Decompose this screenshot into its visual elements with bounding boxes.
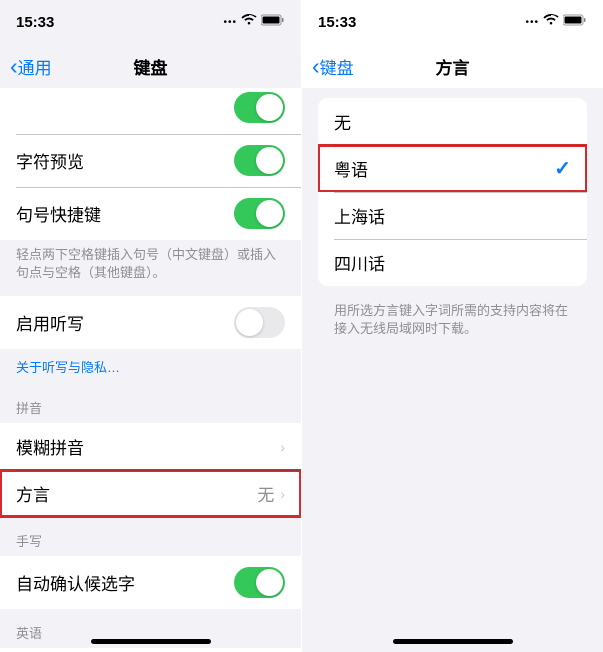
dialect-option-shanghainese[interactable]: 上海话 [318,192,587,239]
english-group: 首字母自动大写 检查拼写 输入预测 滑行键入时逐词删除 [0,648,301,652]
row-label: 方言 [16,481,257,506]
dialect-option-sichuanese[interactable]: 四川话 [318,239,587,286]
dialect-content[interactable]: 无 粤语 ✓ 上海话 四川话 用所选方言键入字词所需的支持内容将在接入无线局域网… [302,88,603,652]
status-bar: 15:33 ••• [0,0,301,44]
row-label: 句号快捷键 [16,201,234,226]
keyboard-settings-screen: 15:33 ••• ‹ 通用 键盘 字符预览 句号快捷键 [0,0,301,652]
option-label: 四川话 [334,250,571,275]
dialect-footer: 用所选方言键入字词所需的支持内容将在接入无线局域网时下载。 [302,296,603,352]
dialect-option-cantonese[interactable]: 粤语 ✓ [318,145,587,192]
home-indicator[interactable] [393,639,513,644]
dictation-privacy-link[interactable]: 关于听写与隐私… [0,349,301,384]
row-label: 启用听写 [16,310,234,335]
cellular-icon: ••• [525,17,539,28]
dialect-settings-screen: 15:33 ••• ‹ 键盘 方言 无 粤语 ✓ 上海话 四川话 [302,0,603,652]
dialect-options-group: 无 粤语 ✓ 上海话 四川话 [318,98,587,286]
keyboard-options-group: 字符预览 句号快捷键 [0,88,301,240]
back-button[interactable]: ‹ 通用 [10,53,52,80]
battery-icon [563,13,587,31]
partial-row-top[interactable] [0,88,301,134]
option-label: 上海话 [334,203,571,228]
nav-bar: ‹ 键盘 方言 [302,44,603,88]
checkmark-icon: ✓ [554,156,571,181]
back-label: 键盘 [320,54,354,79]
chevron-right-icon: › [280,439,285,455]
dialect-value: 无 [257,481,274,506]
status-right: ••• [525,13,587,31]
period-footer: 轻点两下空格键插入句号（中文键盘）或插入句点与空格（其他键盘）。 [0,240,301,296]
dialect-option-none[interactable]: 无 [318,98,587,145]
pinyin-group: 模糊拼音 › 方言 无 › [0,423,301,517]
period-shortcut-row[interactable]: 句号快捷键 [0,187,301,240]
battery-icon [261,13,285,31]
period-shortcut-toggle[interactable] [234,198,285,229]
wifi-icon [241,13,257,31]
option-label: 粤语 [334,156,554,181]
dictation-group: 启用听写 [0,296,301,349]
fuzzy-pinyin-row[interactable]: 模糊拼音 › [0,423,301,470]
row-label: 字符预览 [16,148,234,173]
option-label: 无 [334,109,571,134]
handwriting-header: 手写 [0,517,301,556]
status-right: ••• [223,13,285,31]
home-indicator[interactable] [91,639,211,644]
chevron-left-icon: ‹ [312,53,320,80]
toggle-switch[interactable] [234,92,285,123]
nav-bar: ‹ 通用 键盘 [0,44,301,88]
chevron-right-icon: › [280,486,285,502]
pinyin-header: 拼音 [0,384,301,423]
nav-title: 键盘 [134,54,168,79]
enable-dictation-row[interactable]: 启用听写 [0,296,301,349]
chevron-left-icon: ‹ [10,53,18,80]
handwriting-group: 自动确认候选字 [0,556,301,609]
char-preview-row[interactable]: 字符预览 [0,134,301,187]
nav-title: 方言 [436,54,470,79]
row-label: 模糊拼音 [16,434,280,459]
wifi-icon [543,13,559,31]
status-bar: 15:33 ••• [302,0,603,44]
auto-capital-row[interactable]: 首字母自动大写 [0,648,301,652]
row-label: 自动确认候选字 [16,570,234,595]
auto-confirm-row[interactable]: 自动确认候选字 [0,556,301,609]
char-preview-toggle[interactable] [234,145,285,176]
dialect-row[interactable]: 方言 无 › [0,470,301,517]
status-time: 15:33 [318,14,356,31]
cellular-icon: ••• [223,17,237,28]
back-button[interactable]: ‹ 键盘 [312,53,354,80]
dictation-toggle[interactable] [234,307,285,338]
auto-confirm-toggle[interactable] [234,567,285,598]
back-label: 通用 [18,54,52,79]
status-time: 15:33 [16,14,54,31]
settings-content[interactable]: 字符预览 句号快捷键 轻点两下空格键插入句号（中文键盘）或插入句点与空格（其他键… [0,88,301,652]
